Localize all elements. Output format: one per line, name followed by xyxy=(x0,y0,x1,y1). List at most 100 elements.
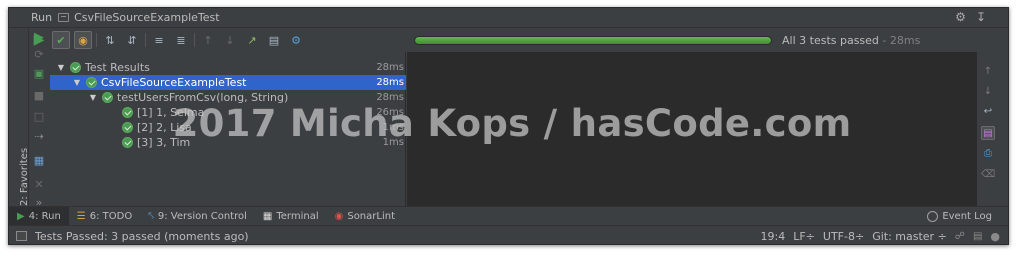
progress-fill xyxy=(415,36,771,44)
tab-label: SonarLint xyxy=(347,210,395,222)
show-ignored-icon[interactable]: ◉ xyxy=(74,31,92,49)
tree-node[interactable]: ▼ Test Results 28ms xyxy=(50,60,406,75)
print-icon[interactable]: ⎙ xyxy=(981,146,995,160)
tree-node[interactable]: [3] 3, Tim 1ms xyxy=(50,135,406,150)
tab-terminal[interactable]: ▦ Terminal xyxy=(255,207,327,226)
tree-node-name: CsvFileSourceExampleTest xyxy=(101,76,247,89)
passed-check-icon xyxy=(70,62,81,73)
event-log-icon xyxy=(927,211,939,222)
scroll-up-icon[interactable]: ↑ xyxy=(981,64,995,78)
prev-failed-icon[interactable]: ↑ xyxy=(199,31,217,49)
progress-text: All 3 tests passed xyxy=(782,33,879,47)
settings-icon[interactable]: ⚙ xyxy=(287,31,305,49)
tree-node-name: Test Results xyxy=(85,61,150,74)
progress-area: All 3 tests passed - 28ms xyxy=(406,29,1008,51)
tab-todo[interactable]: ☰ 6: TODO xyxy=(69,207,140,226)
toggle-autotest-icon[interactable]: ▣ xyxy=(32,66,46,80)
passed-check-icon xyxy=(122,107,133,118)
toolbar-separator xyxy=(96,33,97,47)
toolbar-separator xyxy=(194,33,195,47)
expand-arrow-icon[interactable]: ▼ xyxy=(56,63,66,72)
tab-label: 9: Version Control xyxy=(157,210,247,222)
toolbar-separator xyxy=(145,33,146,47)
collapse-all-icon[interactable]: ≣ xyxy=(172,31,190,49)
hide-panel-icon[interactable]: ↧ xyxy=(976,10,986,24)
todo-icon: ☰ xyxy=(76,210,86,222)
memory-indicator-icon[interactable]: ● xyxy=(990,230,1000,243)
passed-check-icon xyxy=(102,92,113,103)
tab-version-control[interactable]: ⤣ 9: Version Control xyxy=(140,207,255,226)
tree-node[interactable]: [1] 1, Selma 26ms xyxy=(50,105,406,120)
dump-threads-icon[interactable]: □ xyxy=(32,109,46,123)
test-toolbar: ▶ ✔ ◉ ⇅ ⇵ ≡ ≣ ↑ ↓ ↗ ▤ ⚙ xyxy=(30,29,406,51)
show-passed-icon[interactable]: ✔ xyxy=(52,31,70,49)
inspector-icon[interactable]: ▤ xyxy=(973,231,982,242)
import-icon[interactable]: ▤ xyxy=(265,31,283,49)
tree-node-name: testUsersFromCsv(long, String) xyxy=(117,91,289,104)
git-branch[interactable]: Git: master ÷ xyxy=(872,230,947,243)
run-titlebar: Run CsvFileSourceExampleTest ⚙ ↧ xyxy=(9,8,1008,28)
tree-node[interactable]: ▼ CsvFileSourceExampleTest 28ms xyxy=(50,75,406,90)
run-vertical-toolbar: ▶ ⟳ ▣ ■ □ ⇢ ▦ ✕ » xyxy=(30,30,48,209)
tab-label: Terminal xyxy=(276,210,319,222)
pin-icon[interactable]: ✕ xyxy=(32,177,46,191)
vcs-icon: ⤣ xyxy=(148,210,154,222)
tree-node-duration: 26ms xyxy=(376,107,404,118)
tree-node-duration: 1ms xyxy=(382,137,404,148)
scroll-down-icon[interactable]: ↓ xyxy=(981,84,995,98)
run-title-label: Run xyxy=(31,11,53,24)
run-config-name: CsvFileSourceExampleTest xyxy=(74,11,220,24)
settings-gear-icon[interactable]: ⚙ xyxy=(955,10,966,24)
line-separator[interactable]: LF÷ xyxy=(793,230,815,243)
status-bar: Tests Passed: 3 passed (moments ago) 19:… xyxy=(9,225,1008,244)
exit-icon[interactable]: ⇢ xyxy=(32,129,46,143)
soft-wrap-icon[interactable]: ↩ xyxy=(981,104,995,118)
tree-node-duration: 28ms xyxy=(376,92,404,103)
left-tool-strip: 2: Favorites ★ xyxy=(9,28,30,222)
scroll-to-end-icon[interactable]: ▤ xyxy=(981,126,995,140)
run-config-icon xyxy=(58,13,70,22)
tree-node[interactable]: ▼ testUsersFromCsv(long, String) 28ms xyxy=(50,90,406,105)
ide-window: Run CsvFileSourceExampleTest ⚙ ↧ 2: Favo… xyxy=(8,7,1009,245)
lock-icon[interactable]: ☍ xyxy=(955,231,965,242)
test-progress-bar xyxy=(414,35,772,45)
tree-node-duration: 28ms xyxy=(376,77,404,88)
file-encoding[interactable]: UTF-8÷ xyxy=(823,230,864,243)
status-message: Tests Passed: 3 passed (moments ago) xyxy=(35,229,249,243)
layout-icon[interactable]: ▦ xyxy=(32,153,46,167)
terminal-icon: ▦ xyxy=(262,210,273,222)
event-log-label: Event Log xyxy=(942,211,992,222)
tool-windows-icon[interactable] xyxy=(16,231,27,241)
sort-alpha-icon[interactable]: ⇅ xyxy=(101,31,119,49)
progress-status: All 3 tests passed - 28ms xyxy=(782,34,920,47)
passed-check-icon xyxy=(122,137,133,148)
test-results-tree: ▼ Test Results 28ms ▼ CsvFileSourceExampleTe… xyxy=(50,52,406,206)
tree-node[interactable]: [2] 2, Lisa 1ms xyxy=(50,120,406,135)
tree-node-name: [3] 3, Tim xyxy=(137,136,191,149)
tree-node-name: [1] 1, Selma xyxy=(137,106,205,119)
clear-all-icon[interactable]: ⌫ xyxy=(981,167,995,181)
sort-duration-icon[interactable]: ⇵ xyxy=(123,31,141,49)
passed-check-icon xyxy=(86,77,97,88)
console-output[interactable] xyxy=(407,52,977,206)
tab-sonarlint[interactable]: ◉ SonarLint xyxy=(327,207,403,226)
sonarlint-icon: ◉ xyxy=(334,210,344,222)
stop-icon[interactable]: ■ xyxy=(32,88,46,102)
run-icon[interactable]: ▶ xyxy=(30,31,48,49)
expand-all-icon[interactable]: ≡ xyxy=(150,31,168,49)
console-toolbar: ↑ ↓ ↩ ▤ ⎙ ⌫ xyxy=(978,52,998,206)
progress-separator: - xyxy=(878,33,890,47)
status-widgets: 19:4 LF÷ UTF-8÷ Git: master ÷ ☍ ▤ ● xyxy=(761,226,1001,244)
run-icon: ▶ xyxy=(17,210,25,222)
tab-run[interactable]: ▶ 4: Run xyxy=(9,206,69,226)
expand-arrow-icon[interactable]: ▼ xyxy=(72,78,82,87)
export-icon[interactable]: ↗ xyxy=(243,31,261,49)
event-log-button[interactable]: Event Log xyxy=(927,207,992,226)
tree-node-name: [2] 2, Lisa xyxy=(137,121,192,134)
expand-arrow-icon[interactable]: ▼ xyxy=(88,93,98,102)
tab-label: 6: TODO xyxy=(89,210,133,222)
caret-position[interactable]: 19:4 xyxy=(761,230,786,243)
next-failed-icon[interactable]: ↓ xyxy=(221,31,239,49)
tree-node-duration: 1ms xyxy=(382,122,404,133)
progress-duration: 28ms xyxy=(889,33,921,47)
